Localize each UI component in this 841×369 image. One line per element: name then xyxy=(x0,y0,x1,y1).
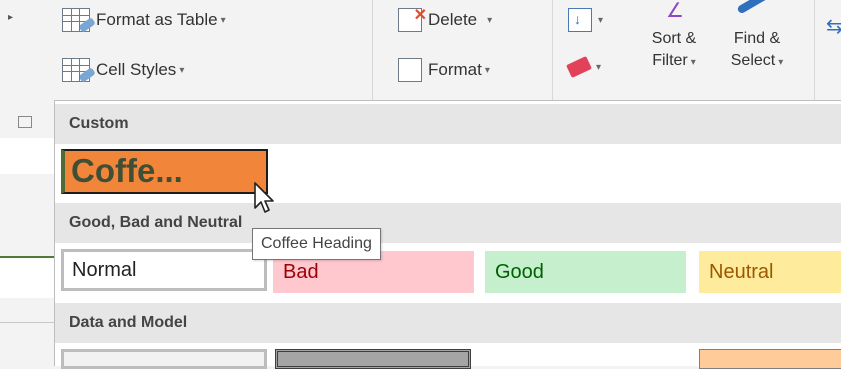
find-select-line1: Find & xyxy=(733,30,781,47)
sort-filter-line1: Sort & xyxy=(651,30,697,47)
delete-button[interactable]: ✕ Delete ▾ xyxy=(398,7,493,32)
cell-styles-label: Cell Styles xyxy=(96,60,177,79)
delete-label: Delete xyxy=(428,10,478,29)
chevron-down-icon: ▾ xyxy=(179,64,185,76)
chevron-down-icon: ▾ xyxy=(596,61,602,73)
format-as-table-icon xyxy=(62,8,96,33)
ribbon-separator xyxy=(372,0,373,100)
sheet-cell[interactable] xyxy=(0,258,54,298)
clear-button[interactable]: ▾ xyxy=(566,56,602,78)
fill-button[interactable]: ↓ ▾ xyxy=(568,8,603,32)
share-icon[interactable]: ⇆ xyxy=(826,14,841,39)
cell-styles-gallery: Custom Coffe... Good, Bad and Neutral No… xyxy=(54,100,841,369)
section-header-data-model: Data and Model xyxy=(55,303,841,343)
eraser-icon xyxy=(566,56,592,78)
fill-down-icon: ↓ xyxy=(568,8,592,32)
delete-cells-icon: ✕ xyxy=(398,7,427,32)
ribbon: Format as Table ▾ Cell Styles ▾ ✕ Delete… xyxy=(0,0,841,100)
ribbon-separator xyxy=(814,0,815,100)
find-select-line2: Select xyxy=(730,52,776,69)
style-good[interactable]: Good xyxy=(485,251,686,293)
chevron-down-icon: ▾ xyxy=(220,14,226,26)
chevron-down-icon: ▾ xyxy=(778,57,784,68)
sort-filter-line2: Filter xyxy=(652,52,688,69)
dialog-launcher-icon[interactable] xyxy=(18,116,32,128)
row-divider xyxy=(0,322,54,323)
style-neutral[interactable]: Neutral xyxy=(699,251,841,293)
sort-filter-icon: ∠ xyxy=(666,0,684,22)
chevron-down-icon: ▾ xyxy=(484,64,490,76)
format-as-table-label: Format as Table xyxy=(96,10,218,29)
format-as-table-button[interactable]: Format as Table ▾ xyxy=(62,8,226,33)
style-input[interactable] xyxy=(699,349,841,369)
section-header-custom: Custom xyxy=(55,104,841,144)
format-label: Format xyxy=(428,60,482,79)
style-normal[interactable]: Normal xyxy=(61,249,267,291)
collapse-arrow-icon: ▸ xyxy=(8,12,14,23)
style-calculation[interactable] xyxy=(61,349,267,369)
style-check-cell[interactable] xyxy=(275,349,471,369)
cell-styles-button[interactable]: Cell Styles ▾ xyxy=(62,58,185,83)
style-tooltip: Coffee Heading xyxy=(252,228,381,260)
find-icon xyxy=(736,0,772,15)
ribbon-separator xyxy=(552,0,553,100)
chevron-down-icon: ▾ xyxy=(690,57,696,68)
sheet-strip xyxy=(0,100,54,361)
cell-styles-icon xyxy=(62,58,96,83)
chevron-down-icon: ▾ xyxy=(487,14,493,26)
section-header-good-bad-neutral: Good, Bad and Neutral xyxy=(55,203,841,243)
chevron-down-icon: ▾ xyxy=(598,14,604,26)
find-select-button[interactable]: Find & Select ▾ xyxy=(712,0,802,74)
format-cells-icon xyxy=(398,58,422,82)
sheet-cell[interactable] xyxy=(0,138,54,174)
format-button[interactable]: Format ▾ xyxy=(398,58,490,82)
style-coffee-heading[interactable]: Coffe... xyxy=(61,149,268,194)
sort-filter-button[interactable]: ∠ Sort & Filter ▾ xyxy=(636,0,712,74)
